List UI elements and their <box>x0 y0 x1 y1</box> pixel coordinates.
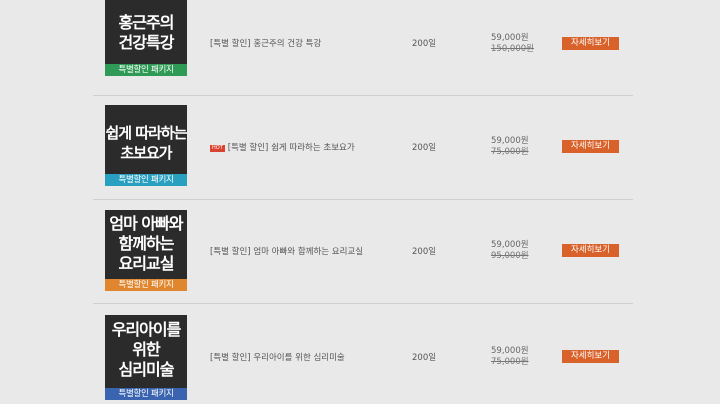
thumbnail-title: 엄마 아빠와 함께하는 요리교실 <box>109 214 183 273</box>
course-thumbnail[interactable]: 홍근주의 건강특강 특별할인 패키지 <box>105 0 187 76</box>
thumbnail-title: 쉽게 따라하는 초보요가 <box>105 124 187 162</box>
course-name-text: [특별 할인] 쉽게 따라하는 초보요가 <box>227 143 355 153</box>
course-duration: 200일 <box>412 143 437 153</box>
hot-badge: HOT <box>210 145 225 152</box>
list-item: 우리아이를 위한 심리미술 특별할인 패키지 [특별 할인] 우리아이를 위한 … <box>93 304 633 404</box>
package-band: 특별할인 패키지 <box>105 174 187 186</box>
package-band: 특별할인 패키지 <box>105 279 187 291</box>
list-item: 엄마 아빠와 함께하는 요리교실 특별할인 패키지 [특별 할인] 엄마 아빠와… <box>93 200 633 303</box>
course-duration: 200일 <box>412 247 437 257</box>
detail-button[interactable]: 자세히보기 <box>562 350 619 363</box>
detail-button[interactable]: 자세히보기 <box>562 140 619 153</box>
original-price: 150,000원 <box>491 44 534 54</box>
list-item: 홍근주의 건강특강 특별할인 패키지 [특별 할인] 홍근주의 건강 특강 20… <box>93 0 633 95</box>
sale-price: 59,000원 <box>491 136 529 146</box>
package-list: 홍근주의 건강특강 특별할인 패키지 [특별 할인] 홍근주의 건강 특강 20… <box>93 0 633 404</box>
course-name[interactable]: [특별 할인] 엄마 아빠와 함께하는 요리교실 <box>210 245 363 257</box>
course-name[interactable]: [특별 할인] 홍근주의 건강 특강 <box>210 37 321 49</box>
sale-price: 59,000원 <box>491 240 529 250</box>
detail-button[interactable]: 자세히보기 <box>562 37 619 50</box>
price-block: 59,000원 150,000원 <box>491 33 534 55</box>
sale-price: 59,000원 <box>491 346 529 356</box>
list-item: 쉽게 따라하는 초보요가 특별할인 패키지 HOT [특별 할인] 쉽게 따라하는… <box>93 96 633 199</box>
sale-price: 59,000원 <box>491 33 529 43</box>
course-name[interactable]: [특별 할인] 우리아이를 위한 심리미술 <box>210 351 345 363</box>
course-thumbnail[interactable]: 엄마 아빠와 함께하는 요리교실 특별할인 패키지 <box>105 210 187 291</box>
price-block: 59,000원 75,000원 <box>491 136 529 158</box>
course-duration: 200일 <box>412 39 437 49</box>
package-band: 특별할인 패키지 <box>105 64 187 76</box>
price-block: 59,000원 75,000원 <box>491 346 529 368</box>
detail-button[interactable]: 자세히보기 <box>562 244 619 257</box>
course-duration: 200일 <box>412 353 437 363</box>
original-price: 75,000원 <box>491 357 529 367</box>
price-block: 59,000원 95,000원 <box>491 240 529 262</box>
package-band: 특별할인 패키지 <box>105 388 187 400</box>
original-price: 95,000원 <box>491 251 529 261</box>
thumbnail-title: 홍근주의 건강특강 <box>118 13 175 52</box>
original-price: 75,000원 <box>491 147 529 157</box>
course-thumbnail[interactable]: 우리아이를 위한 심리미술 특별할인 패키지 <box>105 315 187 400</box>
course-thumbnail[interactable]: 쉽게 따라하는 초보요가 특별할인 패키지 <box>105 105 188 186</box>
course-name[interactable]: HOT [특별 할인] 쉽게 따라하는 초보요가 <box>210 141 355 153</box>
thumbnail-title: 우리아이를 위한 심리미술 <box>111 320 182 379</box>
